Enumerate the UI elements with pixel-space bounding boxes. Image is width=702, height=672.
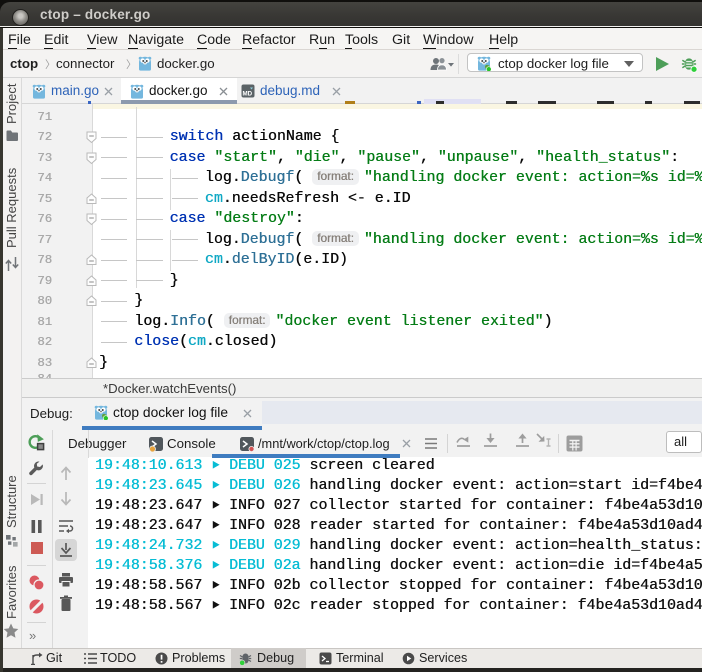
svg-text:MD: MD: [243, 91, 253, 98]
